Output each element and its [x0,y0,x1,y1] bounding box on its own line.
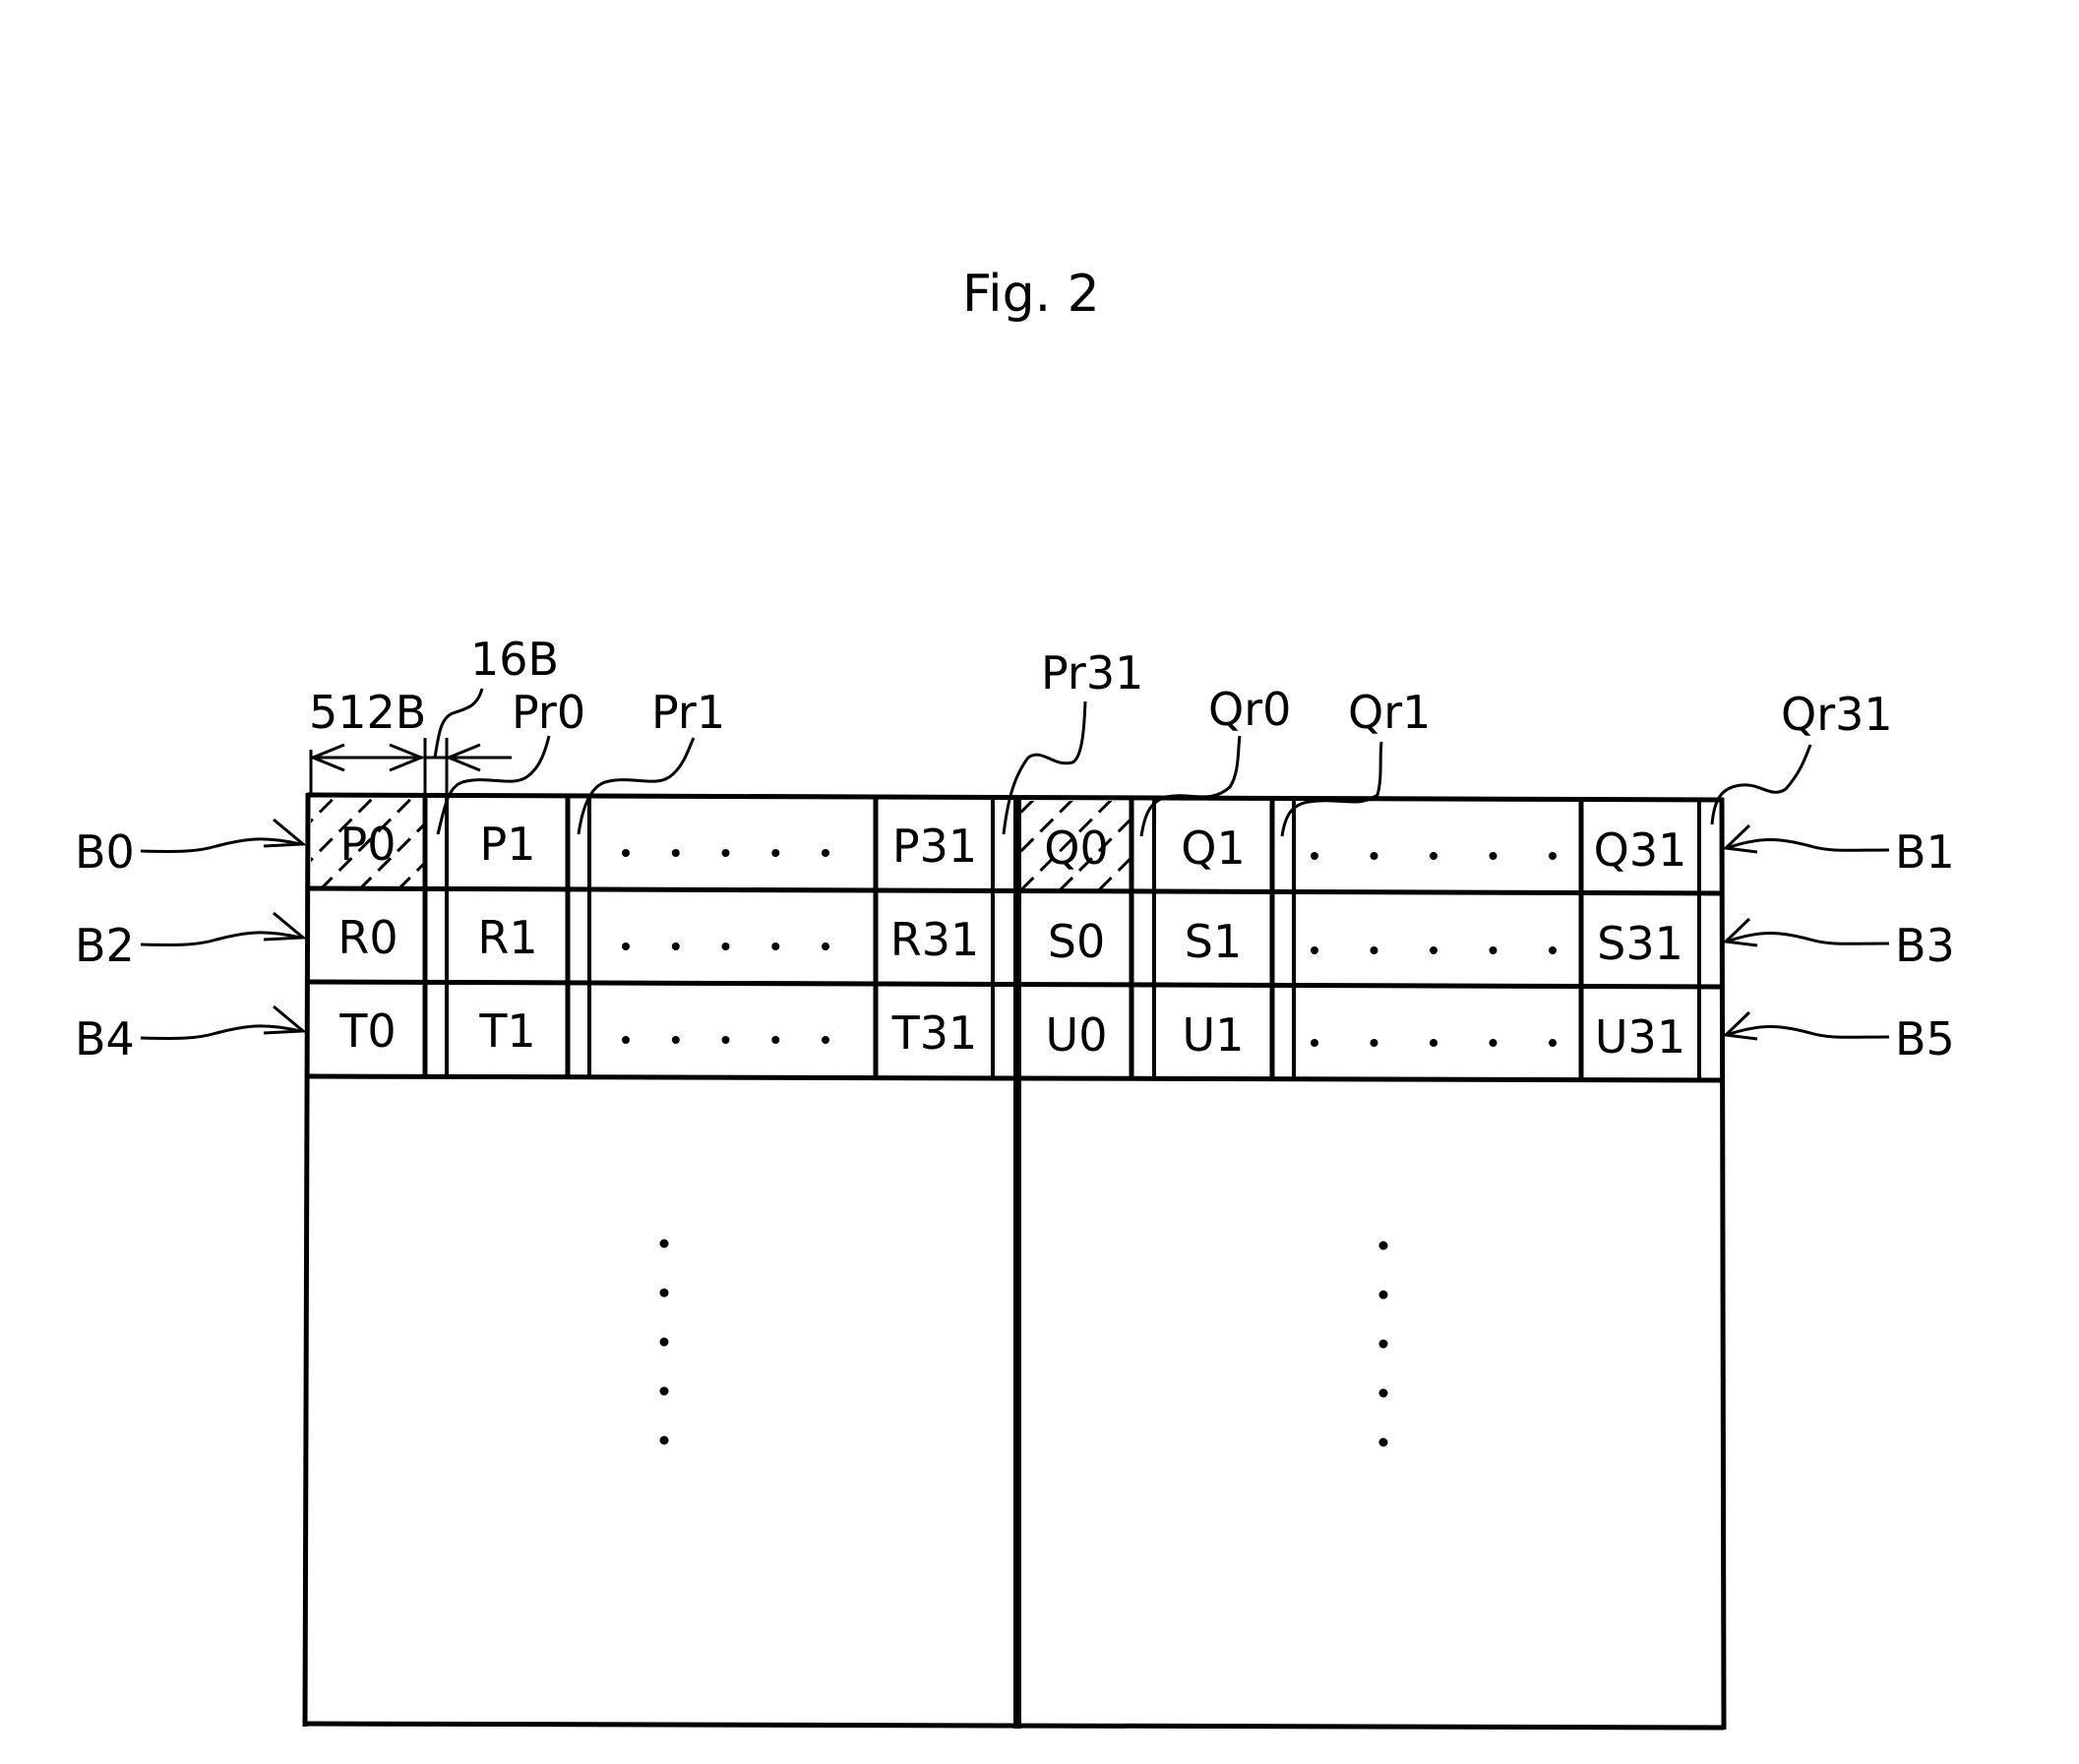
ellipsis-dot [1430,852,1437,860]
cell-label: Q1 [1181,821,1245,875]
cell-label: Q31 [1594,823,1687,877]
ellipsis-dot [1311,852,1318,860]
ellipsis-dot [659,1386,669,1396]
dimension-512b [309,743,425,793]
ellipsis-dot [822,1036,829,1044]
ellipsis-dot [1370,1039,1378,1047]
ellipsis-dot [1311,1039,1318,1047]
ellipsis-dot [1489,1039,1498,1047]
ellipsis-dot [1549,852,1557,860]
cell-label: P0 [339,818,396,871]
cell-label: S0 [1048,915,1105,968]
ellipsis-dot [671,1036,680,1044]
ellipsis-dot [1549,946,1557,954]
redundant-area-label-pr0: Pr0 [512,686,585,739]
ellipsis-dot [1378,1388,1388,1398]
redundant-area-label-qr1: Qr1 [1348,686,1431,739]
dimension-16b [423,688,512,793]
block-arrows-left [140,818,307,1040]
cell-label: T31 [891,1006,978,1060]
ellipsis-dot [822,849,829,857]
ellipsis-dot [1378,1437,1388,1447]
cell-label: U1 [1183,1008,1245,1062]
cell-label: R1 [477,911,537,964]
ellipsis-dot [771,943,780,950]
ellipsis-dot [659,1435,669,1445]
block-label-b5: B5 [1895,1012,1955,1065]
cell-label: Q0 [1044,821,1108,875]
ellipsis-dot [1311,946,1318,954]
ellipsis-dot [1549,1039,1557,1047]
block-arrows-right [1722,823,1890,1041]
ellipsis-dot [1489,852,1498,860]
ellipsis-dot [659,1337,669,1347]
ellipsis-dot [622,849,630,857]
cell-label: S31 [1597,917,1683,970]
ellipsis-dot [721,849,730,857]
block-label-b2: B2 [75,919,135,972]
ellipsis-dot [1430,1039,1437,1047]
ellipsis-dot [1378,1290,1388,1300]
cell-label: R31 [890,913,980,966]
ellipsis-dot [622,1036,630,1044]
ellipsis-dot [771,849,780,857]
ellipsis-dot [1489,946,1498,954]
ellipsis-dot [1378,1339,1388,1349]
ellipsis-dot [671,849,680,857]
page-size-label: 512B [309,686,426,739]
redundant-area-label-pr1: Pr1 [651,686,725,739]
ellipsis-dot [721,1036,730,1044]
ellipsis-dot [822,943,829,950]
cell-label: P1 [479,818,535,871]
ellipsis-dot [721,943,730,950]
cell-label: R0 [337,911,397,964]
cell-label: U31 [1595,1010,1685,1064]
cell-label: T0 [338,1004,396,1058]
redundant-area-label-qr31: Qr31 [1781,688,1893,741]
block-label-b3: B3 [1895,919,1955,972]
block-label-b0: B0 [75,825,135,879]
cell-label: S1 [1185,915,1242,968]
ellipsis-dot [1378,1241,1388,1250]
redundant-area-label-pr31: Pr31 [1041,646,1143,700]
ellipsis-dot [1430,946,1437,954]
cell-label: P31 [892,820,977,873]
ellipsis-dot [659,1239,669,1248]
ellipsis-dot [671,943,680,950]
ellipsis-dot [1370,852,1378,860]
ellipsis-dot [622,943,630,950]
cell-label: T1 [478,1004,535,1058]
ellipsis-dot [771,1036,780,1044]
ellipsis-dot [659,1288,669,1298]
block-label-b4: B4 [75,1012,135,1065]
cell-label: U0 [1046,1008,1108,1062]
vertical-ellipsis-dots [659,1239,1388,1447]
redundant-area-label-qr0: Qr0 [1208,683,1291,736]
memory-layout-diagram: Fig. 2 P0 P1 P31 Q0 Q1 Q31 R0 R1 R31 S0 … [75,265,1955,1731]
ellipsis-dot [1370,946,1378,954]
redundant-size-label: 16B [470,633,559,686]
block-label-b1: B1 [1895,825,1955,879]
figure-title: Fig. 2 [962,265,1100,324]
